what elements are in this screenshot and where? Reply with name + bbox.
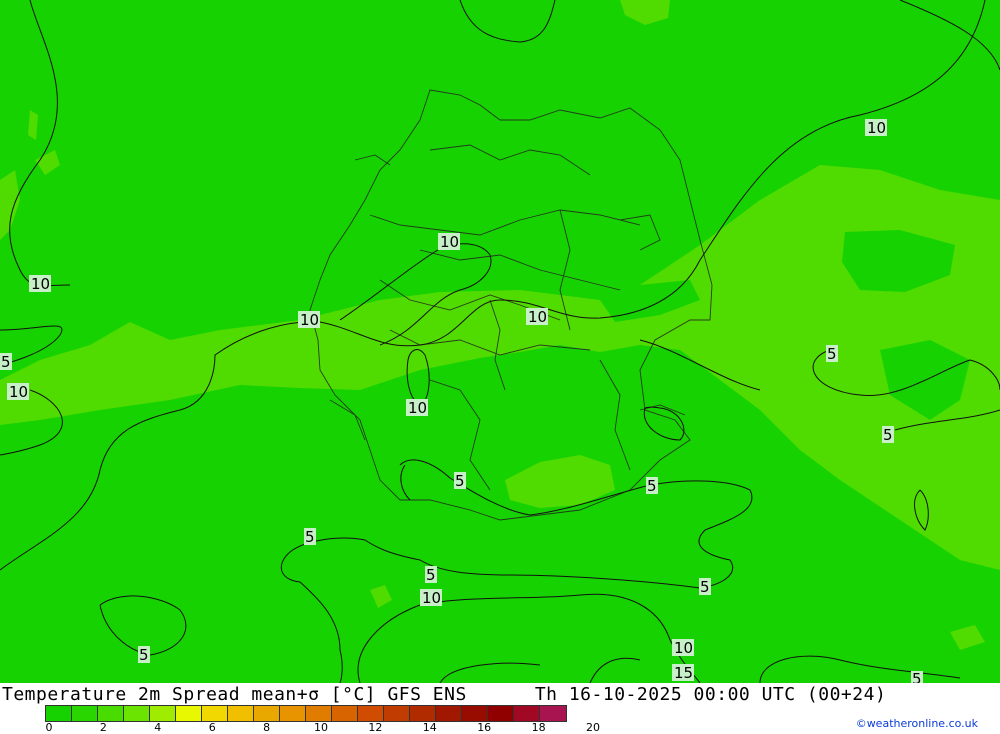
contour-label: 10 bbox=[528, 308, 547, 326]
contour-label: 5 bbox=[305, 528, 315, 546]
color-scale-swatch bbox=[176, 706, 202, 721]
map-title: Temperature 2m Spread mean+σ [°C] GFS EN… bbox=[2, 684, 887, 705]
color-scale-swatch bbox=[488, 706, 514, 721]
color-scale-swatch bbox=[540, 706, 566, 721]
color-scale-swatch bbox=[410, 706, 436, 721]
color-scale-swatch bbox=[72, 706, 98, 721]
color-scale bbox=[45, 705, 567, 722]
contour-label: 5 bbox=[883, 426, 893, 444]
contour-label: 10 bbox=[9, 383, 28, 401]
color-scale-swatch bbox=[228, 706, 254, 721]
color-scale-swatch bbox=[462, 706, 488, 721]
color-scale-swatch bbox=[332, 706, 358, 721]
color-scale-swatch bbox=[280, 706, 306, 721]
contour-label: 10 bbox=[440, 233, 459, 251]
contour-label: 10 bbox=[31, 275, 50, 293]
contour-label: 5 bbox=[827, 345, 837, 363]
color-scale-tick-label: 0 bbox=[45, 721, 53, 734]
color-scale-swatch bbox=[98, 706, 124, 721]
color-scale-tick-label: 14 bbox=[422, 721, 437, 734]
color-scale-tick-label: 6 bbox=[208, 721, 216, 734]
contour-label: 5 bbox=[647, 477, 657, 495]
color-scale-swatch bbox=[514, 706, 540, 721]
color-scale-swatch bbox=[358, 706, 384, 721]
color-scale-swatch bbox=[254, 706, 280, 721]
color-scale-swatch bbox=[202, 706, 228, 721]
credit-link[interactable]: ©weatheronline.co.uk bbox=[856, 717, 978, 730]
color-scale-swatch bbox=[384, 706, 410, 721]
color-scale-tick-label: 12 bbox=[368, 721, 383, 734]
contour-label: 5 bbox=[912, 670, 922, 683]
contour-label: 5 bbox=[139, 646, 149, 664]
contour-label: 10 bbox=[674, 639, 693, 657]
color-scale-tick-label: 18 bbox=[531, 721, 546, 734]
color-scale-tick-label: 20 bbox=[586, 721, 600, 734]
contour-label: 5 bbox=[700, 578, 710, 596]
color-scale-swatch bbox=[46, 706, 72, 721]
color-scale-swatch bbox=[124, 706, 150, 721]
color-scale-tick-label: 10 bbox=[314, 721, 328, 734]
contour-label: 10 bbox=[300, 311, 319, 329]
color-scale-swatch bbox=[436, 706, 462, 721]
color-scale-tick-label: 4 bbox=[154, 721, 162, 734]
contour-label: 10 bbox=[867, 119, 886, 137]
color-scale-tick-label: 2 bbox=[99, 721, 107, 734]
contour-label: 10 bbox=[408, 399, 427, 417]
contour-label: 5 bbox=[1, 353, 11, 371]
map-canvas: 10 10 10 10 10 5 10 10 5 5 5 5 5 5 10 5 … bbox=[0, 0, 1000, 683]
contour-label: 10 bbox=[422, 589, 441, 607]
color-scale-swatch bbox=[150, 706, 176, 721]
color-scale-ticks: 0 2 4 6 8 10 12 14 16 18 20 bbox=[0, 721, 700, 734]
color-scale-tick-label: 16 bbox=[477, 721, 492, 734]
contour-label: 5 bbox=[455, 472, 465, 490]
contour-label: 5 bbox=[426, 566, 436, 584]
color-scale-swatch bbox=[306, 706, 332, 721]
legend-footer: Temperature 2m Spread mean+σ [°C] GFS EN… bbox=[0, 683, 1000, 734]
color-scale-tick-label: 8 bbox=[263, 721, 271, 734]
contour-label: 15 bbox=[674, 664, 693, 682]
